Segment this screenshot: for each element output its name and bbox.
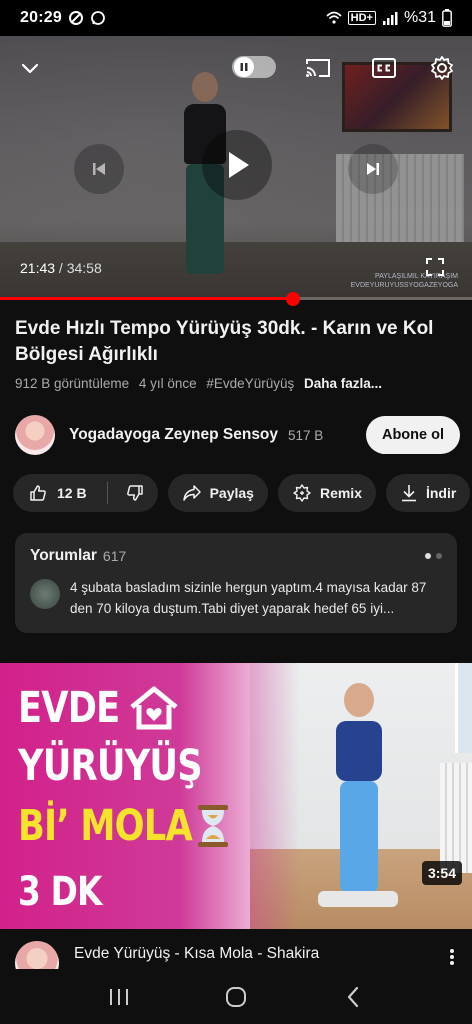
carousel-dot	[436, 553, 442, 559]
back-button[interactable]	[333, 977, 373, 1017]
thumbnail-text-line3: Bİ’ MOLA	[18, 801, 193, 851]
download-button[interactable]: İndir	[385, 474, 471, 512]
progress-bar[interactable]	[0, 292, 472, 306]
carousel-dot-active	[425, 553, 431, 559]
play-button[interactable]	[202, 130, 272, 200]
captions-button[interactable]	[368, 52, 400, 84]
battery-percent: %31	[403, 9, 436, 26]
signal-icon	[382, 12, 398, 25]
cast-icon	[306, 59, 330, 77]
home-heart-icon	[130, 686, 178, 730]
next-video-thumbnail[interactable]: EVDE YÜRÜYÜŞ Bİ’ MOLA 3 DK 3:54	[0, 663, 472, 929]
top-comment-text: 4 şubata basladım sizinle hergun yaptım.…	[70, 580, 427, 616]
comments-title: Yorumlar	[30, 547, 97, 564]
battery-icon	[442, 9, 452, 27]
status-bar: 20:29 HD+ %31	[0, 0, 472, 36]
action-bar: 12 B Paylaş Remix İndir	[13, 474, 472, 514]
recent-apps-button[interactable]	[99, 977, 139, 1017]
next-icon	[367, 163, 379, 175]
cc-icon	[372, 58, 396, 78]
next-video-info[interactable]: Evde Yürüyüş - Kısa Mola - Shakira	[0, 929, 472, 969]
do-not-disturb-icon	[68, 11, 83, 25]
network-type-label: HD+	[347, 11, 376, 25]
autoplay-knob	[234, 57, 254, 77]
more-vert-icon[interactable]	[447, 947, 457, 967]
top-comment: 4 şubata basladım sizinle hergun yaptım.…	[30, 577, 442, 619]
back-arrow-icon	[348, 986, 359, 1007]
subscribe-button[interactable]: Abone ol	[365, 416, 460, 454]
watermark-line2: EVDEYURUYUSSYOGAZEYOGA	[350, 282, 458, 289]
channel-avatar[interactable]	[15, 415, 55, 455]
thumbnail-text-line2: YÜRÜYÜŞ	[18, 741, 203, 791]
comments-header: Yorumlar 617	[30, 547, 442, 565]
thumbnail-text-line1: EVDE	[18, 683, 120, 733]
channel-name[interactable]: Yogadayoga Zeynep Sensoy	[69, 426, 278, 444]
video-meta[interactable]: 912 B görüntüleme 4 yıl önce #EvdeYürüyü…	[15, 376, 382, 391]
dislike-button[interactable]	[116, 474, 158, 512]
video-hashtag[interactable]: #EvdeYürüyüş	[206, 376, 294, 391]
like-divider	[106, 482, 108, 504]
home-button[interactable]	[216, 977, 256, 1017]
comments-count: 617	[102, 548, 127, 564]
video-player[interactable]: 21:43 / 34:58 PAYLAŞILMIL KAYIRAŞIM EVDE…	[0, 36, 472, 300]
next-video-channel-avatar[interactable]	[15, 941, 59, 969]
comments-panel[interactable]: Yorumlar 617 4 şubata basladım sizinle h…	[15, 533, 457, 633]
video-title[interactable]: Evde Hızlı Tempo Yürüyüş 30dk. - Karın v…	[15, 316, 455, 368]
remix-icon	[293, 484, 311, 502]
cast-button[interactable]	[302, 52, 334, 84]
minimize-button[interactable]	[14, 52, 46, 84]
commenter-avatar	[30, 579, 60, 609]
thumbnail-text-line4: 3 DK	[18, 869, 102, 915]
progress-fill	[0, 297, 294, 300]
thumbnail-window	[455, 663, 472, 753]
share-icon	[182, 485, 201, 501]
play-icon	[229, 152, 249, 178]
thumbs-down-icon	[126, 485, 143, 501]
status-right: HD+ %31	[326, 9, 452, 27]
whatsapp-icon	[91, 11, 105, 25]
download-label: İndir	[425, 485, 457, 501]
download-icon	[401, 485, 416, 502]
pause-icon	[240, 63, 248, 71]
next-video-title[interactable]: Evde Yürüyüş - Kısa Mola - Shakira	[74, 945, 319, 963]
home-circle-icon	[225, 986, 246, 1007]
share-label: Paylaş	[209, 485, 254, 501]
previous-button[interactable]	[74, 144, 124, 194]
subscriber-count: 517 B	[288, 427, 324, 443]
time-readout: 21:43 / 34:58	[20, 260, 102, 276]
watermark-line1: PAYLAŞILMIL KAYIRAŞIM	[375, 273, 458, 280]
time-separator: /	[55, 260, 67, 276]
remix-label: Remix	[319, 485, 362, 501]
duration: 34:58	[66, 260, 102, 276]
like-count: 12 B	[57, 485, 87, 501]
system-navigation-bar	[0, 969, 472, 1024]
status-time: 20:29	[20, 9, 62, 26]
current-time: 21:43	[20, 260, 56, 276]
chevron-down-icon	[21, 63, 39, 74]
more-button[interactable]: Daha fazla...	[304, 376, 382, 391]
hourglass-icon	[198, 805, 228, 847]
recent-apps-icon	[109, 988, 128, 1005]
thumbnail-radiator	[440, 763, 472, 873]
upload-age: 4 yıl önce	[138, 376, 197, 391]
channel-row: Yogadayoga Zeynep Sensoy 517 B Abone ol	[15, 414, 460, 456]
autoplay-toggle[interactable]	[232, 56, 276, 78]
thumbs-up-icon	[30, 485, 46, 501]
settings-button[interactable]	[426, 52, 458, 84]
previous-icon	[93, 163, 105, 175]
carousel-indicator	[425, 553, 442, 559]
like-dislike-group: 12 B	[13, 474, 158, 512]
remix-button[interactable]: Remix	[277, 474, 376, 512]
view-count: 912 B görüntüleme	[15, 376, 130, 391]
scrubber-handle[interactable]	[286, 292, 301, 306]
video-watermark: PAYLAŞILMIL KAYIRAŞIM EVDEYURUYUSSYOGAZE…	[351, 272, 458, 290]
gear-icon	[431, 56, 453, 80]
wifi-icon	[326, 11, 342, 24]
share-button[interactable]: Paylaş	[167, 474, 268, 512]
like-button[interactable]: 12 B	[13, 474, 99, 512]
thumbnail-dancer	[318, 677, 408, 917]
status-left: 20:29	[20, 9, 106, 27]
next-video-duration: 3:54	[421, 861, 462, 885]
next-button[interactable]	[348, 144, 398, 194]
